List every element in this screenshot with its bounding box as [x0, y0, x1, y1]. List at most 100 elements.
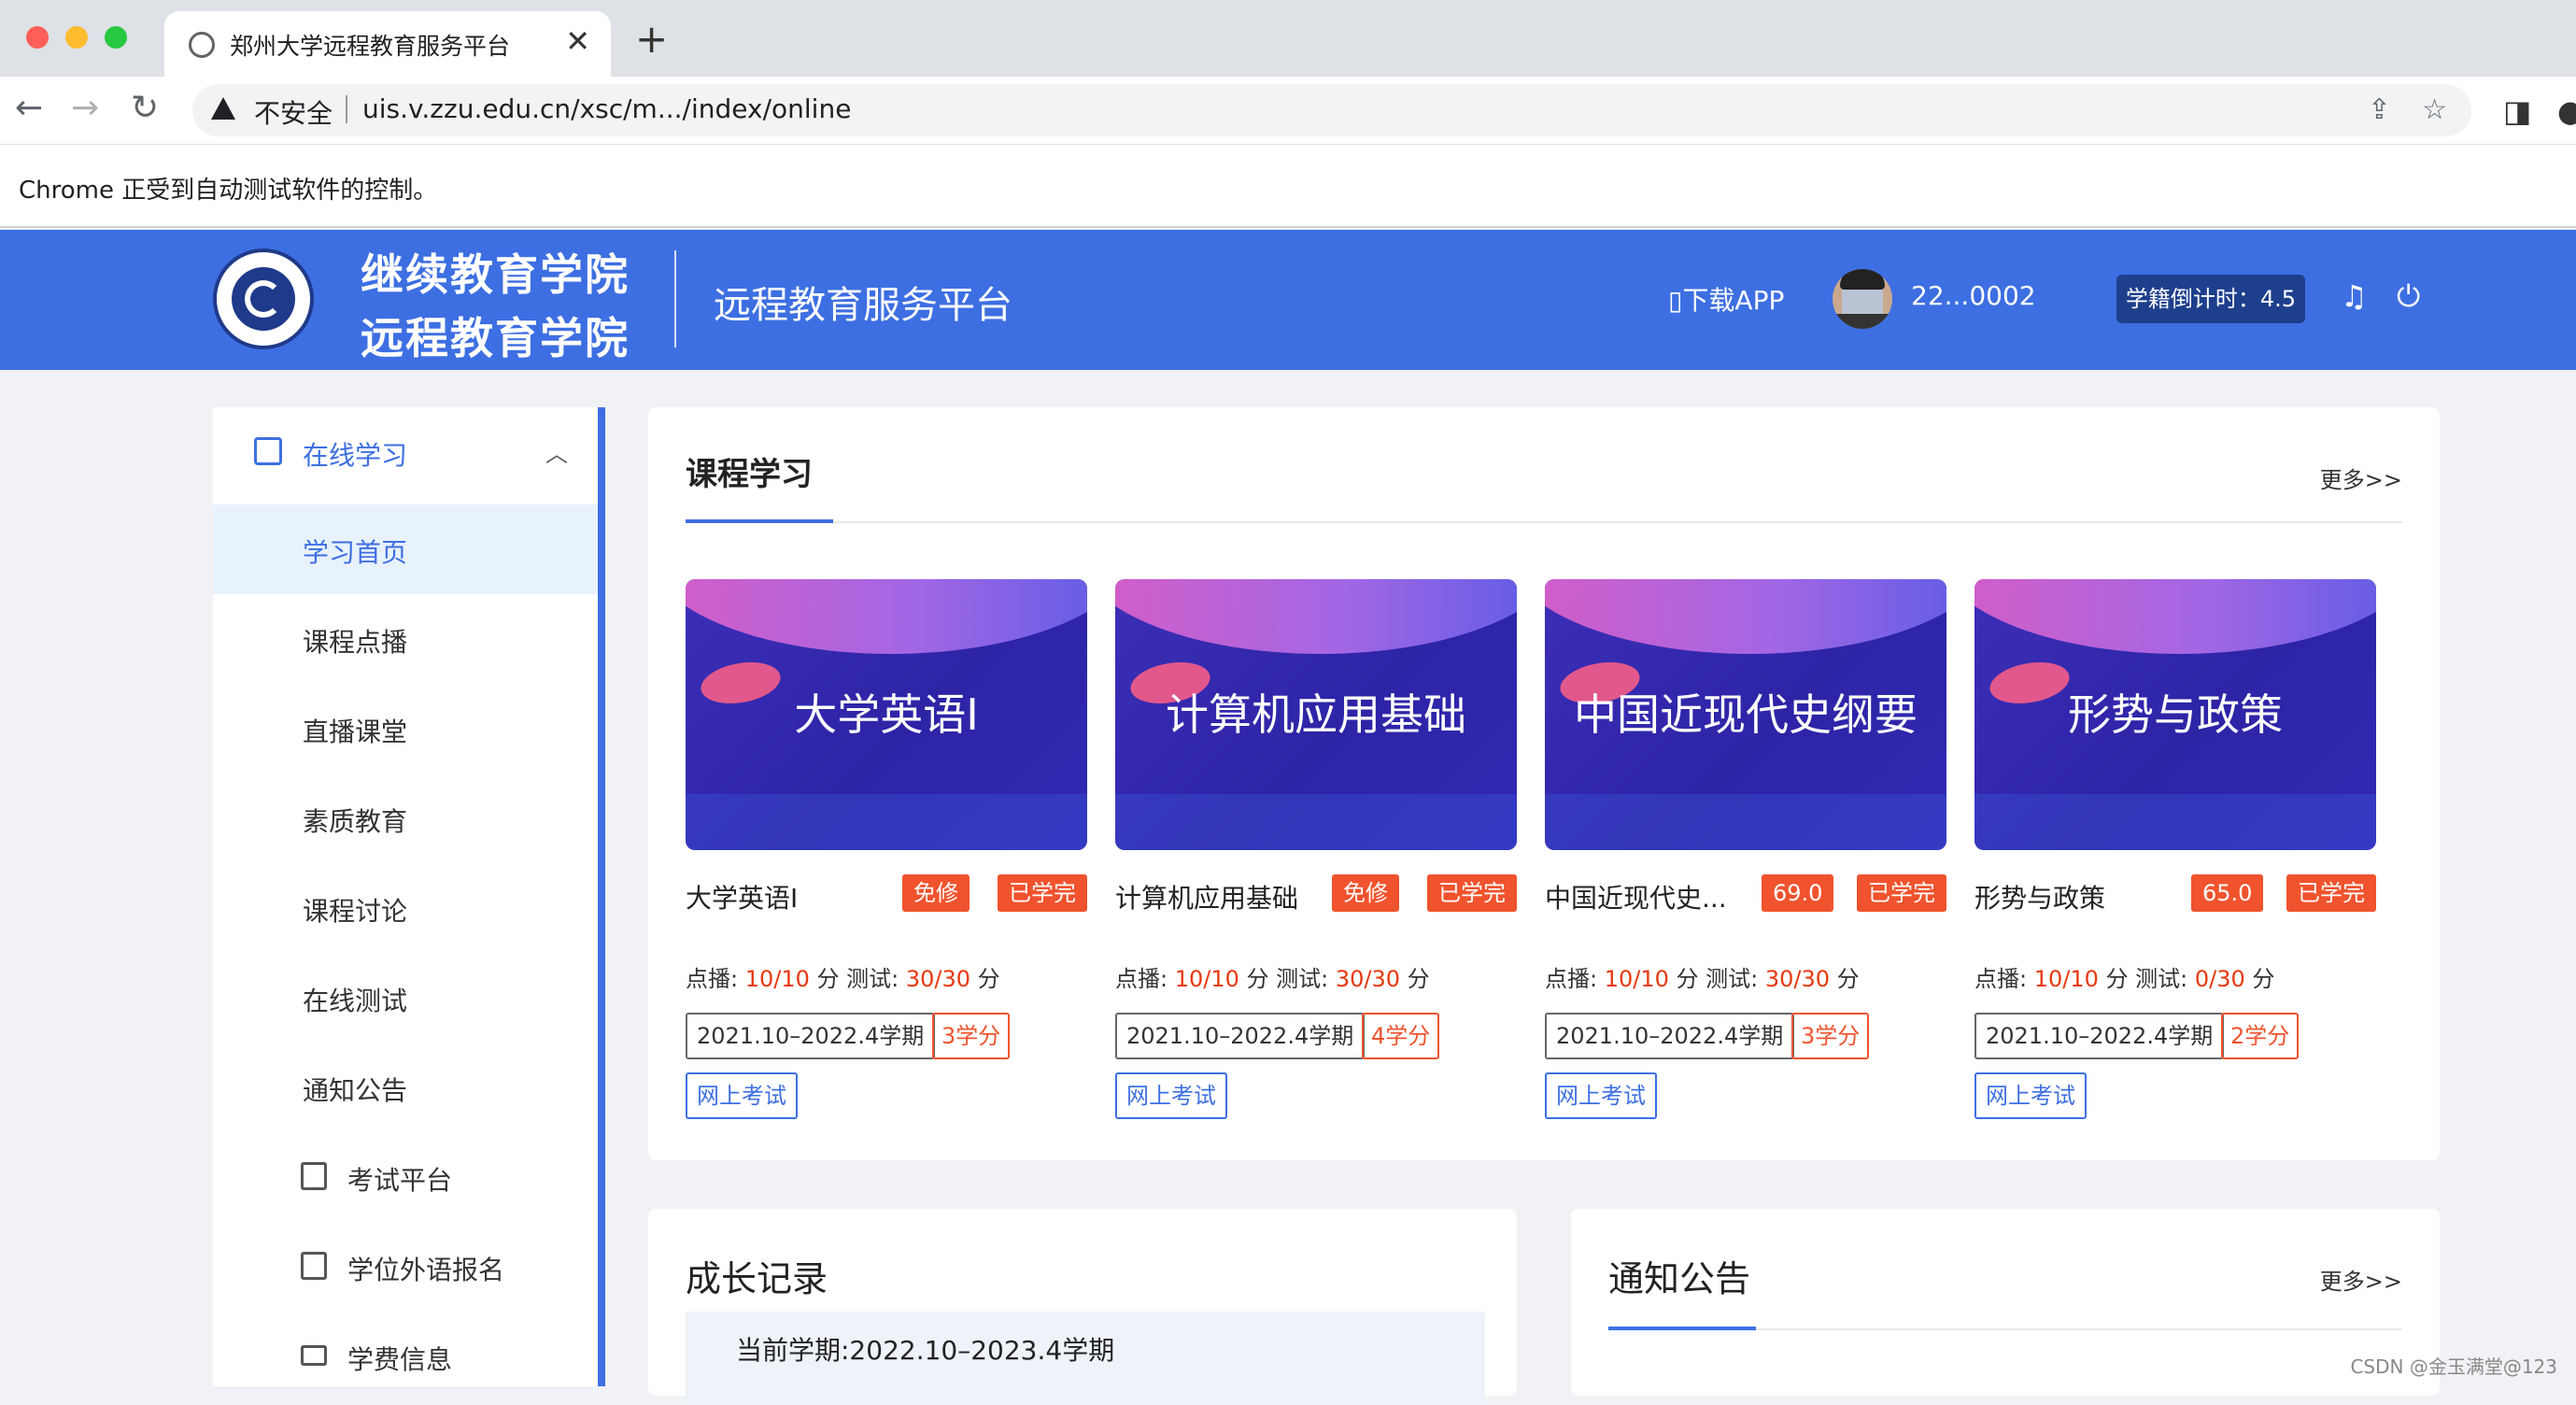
more-link[interactable]: 更多>> [2320, 1263, 2402, 1296]
automation-notice: Chrome 正受到自动测试软件的控制。 [19, 177, 438, 205]
online-exam-button[interactable]: 网上考试 [1545, 1072, 1657, 1119]
section-title-underline [1608, 1327, 1756, 1330]
sidebar-item-label: 通知公告 [303, 1075, 408, 1106]
divider [346, 95, 347, 123]
score-badge: 65.0 [2191, 874, 2264, 912]
bell-icon[interactable]: ♫ [2341, 278, 2368, 314]
minimize-window-button[interactable] [65, 26, 88, 49]
back-icon[interactable]: ← [15, 90, 43, 127]
course-cover[interactable]: 中国近现代史纲要 [1545, 579, 1946, 850]
course-cover[interactable]: 形势与政策 [1974, 579, 2376, 850]
course-name[interactable]: 中国近现代史... [1545, 878, 1727, 915]
sidebar-item-quality[interactable]: 素质教育 [213, 773, 598, 863]
insecure-label: 不安全 [254, 98, 333, 129]
stats-label: 分 [1830, 966, 1860, 992]
term-tag: 2021.10–2022.4学期 [1974, 1013, 2225, 1059]
address-bar[interactable]: 不安全 uis.v.zzu.edu.cn/xsc/m.../index/onli… [192, 84, 2471, 136]
stats-label: 分 [970, 966, 1000, 992]
sidebar-item-discussion[interactable]: 课程讨论 [213, 863, 598, 953]
school-name-line1: 继续教育学院 [361, 249, 630, 300]
status-badge: 免修 [1332, 874, 1399, 912]
reload-icon[interactable]: ↻ [131, 90, 159, 127]
status-badge: 已学完 [1427, 874, 1517, 912]
tab-close-icon[interactable]: ✕ [565, 24, 590, 58]
course-stats: 点播: 10/10 分 测试: 30/30 分 [686, 960, 1000, 993]
close-window-button[interactable] [26, 26, 49, 49]
course-cover[interactable]: 计算机应用基础 [1115, 579, 1517, 850]
sidebar-item-live[interactable]: 直播课堂 [213, 684, 598, 773]
status-badge: 已学完 [1857, 874, 1946, 912]
stats-label: 分 测试: [1668, 966, 1765, 992]
sidebar-item-label: 在线测试 [303, 986, 408, 1016]
side-panel-icon[interactable]: ◨ [2503, 93, 2531, 129]
download-app-link[interactable]: ▯下载APP [1668, 280, 1784, 318]
sidebar-item-label: 学习首页 [303, 537, 408, 568]
sidebar-item-notices[interactable]: 通知公告 [213, 1043, 598, 1132]
browser-toolbar: ← → ↻ 不安全 uis.v.zzu.edu.cn/xsc/m.../inde… [0, 77, 2576, 144]
stats-label: 分 [1400, 966, 1430, 992]
avatar[interactable] [1833, 269, 1892, 329]
stats-label: 点播: [1974, 966, 2034, 992]
avatar-shirt [1833, 314, 1892, 329]
credit-tag: 4学分 [1362, 1013, 1440, 1059]
course-stats: 点播: 10/10 分 测试: 0/30 分 [1974, 960, 2274, 993]
term-tag: 2021.10–2022.4学期 [686, 1013, 936, 1059]
edit-icon [301, 1162, 327, 1190]
online-exam-button[interactable]: 网上考试 [1115, 1072, 1227, 1119]
stats-label: 点播: [1115, 966, 1175, 992]
status-badge: 已学完 [2286, 874, 2376, 912]
user-id: 22...0002 [1911, 280, 2036, 311]
test-score: 30/30 [905, 966, 971, 992]
sidebar-item-label: 课程点播 [303, 627, 408, 658]
course-cover[interactable]: 大学英语I [686, 579, 1087, 850]
forward-icon[interactable]: → [71, 90, 99, 127]
new-tab-button[interactable]: + [635, 20, 668, 59]
credit-tag: 3学分 [932, 1013, 1011, 1059]
growth-record-card: 成长记录 当前学期:2022.10–2023.4学期 [648, 1209, 1517, 1405]
status-badge: 免修 [902, 874, 970, 912]
course-name[interactable]: 计算机应用基础 [1115, 878, 1298, 915]
status-badge: 已学完 [998, 874, 1087, 912]
sidebar-item-online-test[interactable]: 在线测试 [213, 953, 598, 1043]
section-title: 通知公告 [1608, 1258, 1751, 1299]
school-logo[interactable] [213, 248, 314, 349]
share-icon[interactable]: ⇪ [2368, 93, 2391, 126]
more-link[interactable]: 更多>> [2320, 461, 2402, 494]
sidebar-item-home[interactable]: 学习首页 [213, 504, 605, 594]
platform-name: 远程教育服务平台 [714, 284, 1012, 327]
test-score: 30/30 [1335, 966, 1401, 992]
sidebar-item-tuition[interactable]: 学费信息 [213, 1312, 598, 1401]
section-title: 成长记录 [686, 1258, 828, 1299]
power-icon[interactable]: ⏻ [2397, 278, 2420, 315]
browser-tab[interactable]: 郑州大学远程教育服务平台 ✕ [164, 11, 611, 77]
card-icon [301, 1345, 327, 1366]
sidebar-group-label: 在线学习 [303, 440, 408, 471]
course-stats: 点播: 10/10 分 测试: 30/30 分 [1545, 960, 1860, 993]
avatar-blur [1842, 290, 1883, 314]
online-exam-button[interactable]: 网上考试 [686, 1072, 798, 1119]
sidebar-item-degree-language[interactable]: 学位外语报名 [213, 1222, 598, 1312]
bookmark-star-icon[interactable]: ☆ [2422, 93, 2447, 126]
sidebar-item-vod[interactable]: 课程点播 [213, 594, 598, 684]
course-learning-card: 课程学习 更多>> 大学英语I 大学英语I 免修 已学完 点播: 10/10 分… [648, 407, 2440, 1160]
vod-score: 10/10 [744, 966, 810, 992]
globe-icon [189, 32, 215, 58]
cover-title: 大学英语I [794, 689, 979, 740]
sidebar-group-online-learning[interactable]: 在线学习 ︿ [213, 407, 598, 497]
sidebar-item-label: 直播课堂 [303, 717, 408, 747]
score-badge: 69.0 [1762, 874, 1834, 912]
automation-infobar: Chrome 正受到自动测试软件的控制。 [0, 144, 2576, 228]
chevron-up-icon[interactable]: ︿ [545, 435, 568, 468]
logo-swirl [245, 280, 282, 318]
stats-label: 分 [2244, 966, 2275, 992]
course-name[interactable]: 形势与政策 [1974, 878, 2105, 915]
url-text[interactable]: uis.v.zzu.edu.cn/xsc/m.../index/online [362, 93, 851, 124]
term-tag: 2021.10–2022.4学期 [1545, 1013, 1795, 1059]
online-exam-button[interactable]: 网上考试 [1974, 1072, 2087, 1119]
warning-icon [211, 97, 235, 120]
sidebar-item-exam-platform[interactable]: 考试平台 [213, 1132, 598, 1222]
current-term-label: 当前学期:2022.10–2023.4学期 [736, 1335, 1115, 1366]
maximize-window-button[interactable] [105, 26, 127, 49]
course-name[interactable]: 大学英语I [686, 878, 798, 915]
profile-icon[interactable]: ● [2557, 93, 2576, 129]
